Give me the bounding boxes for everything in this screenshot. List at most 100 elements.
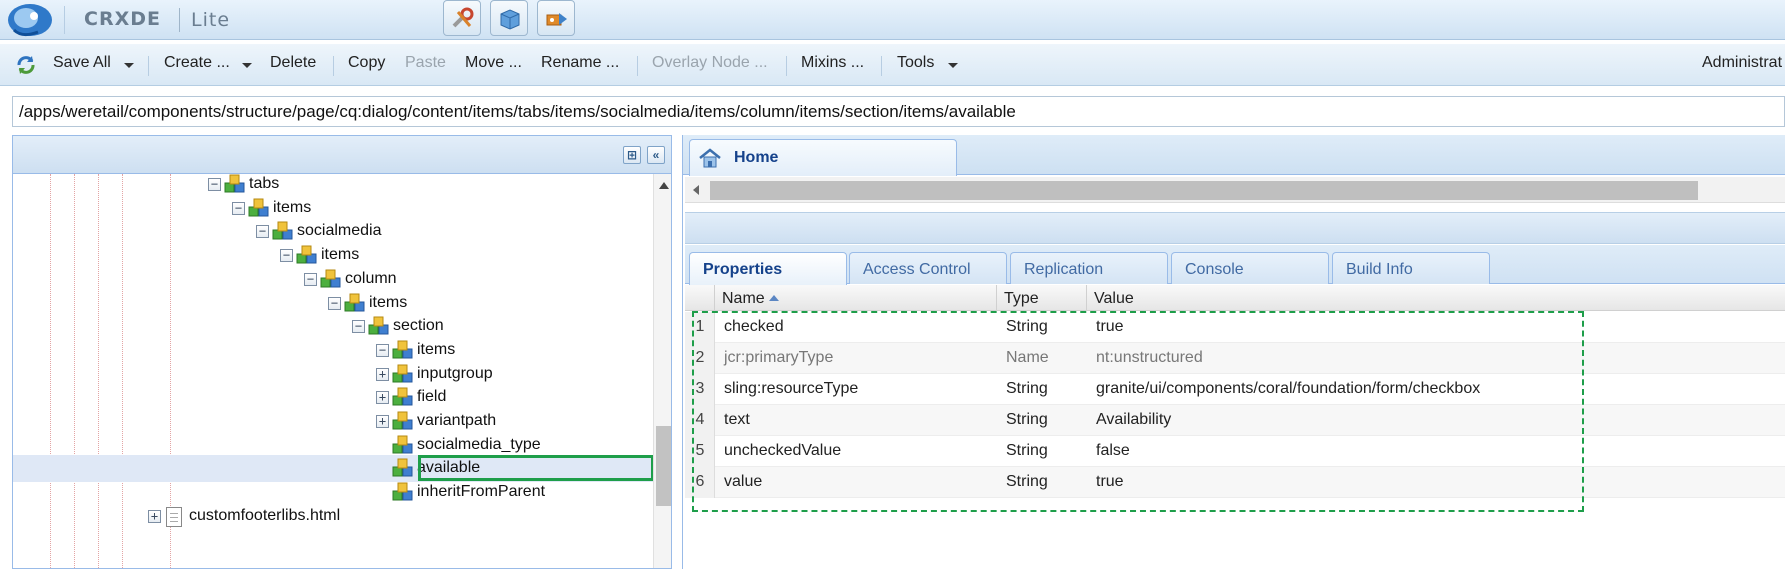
property-value-cell[interactable]: Availability (1096, 411, 1171, 429)
tab-home[interactable]: Home (689, 139, 957, 176)
property-row[interactable]: 2 jcr:primaryType Name nt:unstructured (685, 343, 1785, 374)
editor-tab-strip: Home (683, 135, 1785, 176)
node-icon (368, 316, 389, 335)
move-button[interactable]: Move ... (465, 54, 522, 72)
property-row[interactable]: 5 uncheckedValue String false (685, 436, 1785, 467)
tools-menu-button[interactable]: Tools (897, 54, 934, 72)
tree-scrollbar[interactable] (653, 174, 671, 568)
column-header-name-label: Name (722, 290, 765, 307)
tree-options-icon[interactable]: ⊞ (623, 146, 641, 164)
tree-node-label: items (273, 198, 312, 216)
tree-node-label: variantpath (417, 412, 497, 429)
tab-build-info[interactable]: Build Info (1332, 252, 1490, 284)
property-name-cell[interactable]: value (724, 473, 762, 491)
collapse-toggle-icon[interactable]: − (352, 320, 365, 334)
user-menu[interactable]: Administrat (1702, 54, 1782, 72)
expand-toggle-icon[interactable]: + (376, 415, 389, 428)
collapse-toggle-icon[interactable]: − (304, 272, 317, 286)
property-type-cell[interactable]: String (1006, 442, 1048, 460)
tree-node-label: tabs (249, 175, 280, 192)
property-name-cell[interactable]: sling:resourceType (724, 380, 858, 398)
share-button[interactable] (537, 0, 575, 36)
node-icon (224, 174, 245, 193)
tree-node-label: available (417, 459, 481, 477)
collapse-toggle-icon[interactable]: − (256, 225, 269, 239)
property-name-cell[interactable]: jcr:primaryType (724, 349, 833, 367)
toolbar-divider (881, 56, 882, 76)
tab-replication[interactable]: Replication (1010, 252, 1168, 284)
rename-button[interactable]: Rename ... (541, 54, 619, 72)
column-header-value[interactable]: Value (1087, 285, 1785, 311)
properties-tab-strip: Properties Access Control Replication Co… (685, 245, 1785, 285)
scrollbar-thumb[interactable] (710, 181, 1698, 200)
property-value-cell[interactable]: false (1096, 442, 1130, 460)
property-type-cell[interactable]: String (1006, 318, 1048, 336)
path-input[interactable] (13, 97, 1784, 126)
toolbar-divider (786, 56, 787, 76)
column-header-name[interactable]: Name (715, 285, 997, 311)
collapse-toggle-icon[interactable]: − (232, 201, 245, 215)
property-name-cell[interactable]: text (724, 411, 750, 429)
property-value-cell[interactable]: true (1096, 473, 1124, 491)
collapse-toggle-icon[interactable]: − (328, 296, 341, 310)
node-icon (320, 269, 341, 288)
collapse-toggle-icon[interactable]: − (376, 343, 389, 357)
property-type-cell[interactable]: String (1006, 473, 1048, 491)
node-icon (344, 293, 365, 311)
path-bar (12, 96, 1785, 127)
tree-node-label: field (417, 388, 447, 406)
collapse-toggle-icon[interactable]: − (280, 249, 293, 263)
row-number-cell: 3 (685, 374, 715, 405)
tab-console[interactable]: Console (1171, 252, 1329, 284)
property-row[interactable]: 6 value String true (685, 467, 1785, 498)
save-all-button[interactable]: Save All (53, 54, 111, 72)
save-all-dropdown-icon[interactable] (124, 63, 134, 68)
property-row[interactable]: 4 text String Availability (685, 405, 1785, 436)
overlay-node-button[interactable]: Overlay Node ... (652, 54, 768, 72)
create-button[interactable]: Create ... (164, 54, 230, 72)
home-tab-label: Home (734, 149, 779, 166)
package-button[interactable] (490, 0, 528, 36)
tab-access-control[interactable]: Access Control (849, 252, 1007, 284)
mixins-button[interactable]: Mixins ... (801, 54, 864, 72)
row-number-cell: 5 (685, 436, 715, 467)
row-number-cell: 2 (685, 343, 715, 374)
tree-node-customfooterlibs-html[interactable]: + customfooterlibs.html (13, 503, 653, 530)
property-type-cell[interactable]: Name (1006, 349, 1049, 367)
property-value-cell[interactable]: granite/ui/components/coral/foundation/f… (1096, 380, 1480, 398)
expand-toggle-icon[interactable]: + (376, 391, 389, 405)
node-icon (392, 482, 413, 501)
property-value-cell[interactable]: true (1096, 318, 1124, 336)
tree-node-label: socialmedia (297, 222, 382, 240)
refresh-icon[interactable] (14, 53, 38, 77)
collapse-panel-icon[interactable]: « (647, 146, 665, 164)
copy-button[interactable]: Copy (348, 54, 385, 72)
property-name-cell[interactable]: checked (724, 318, 784, 336)
property-row[interactable]: 1 checked String true (685, 312, 1785, 343)
toolbar-divider (148, 56, 149, 76)
scrollbar-thumb[interactable] (656, 426, 671, 506)
property-row[interactable]: 3 sling:resourceType String granite/ui/comp… (685, 374, 1785, 405)
expand-toggle-icon[interactable]: + (376, 367, 389, 381)
column-header-type[interactable]: Type (997, 285, 1087, 311)
node-icon (392, 458, 413, 477)
property-type-cell[interactable]: String (1006, 380, 1048, 398)
property-value-cell[interactable]: nt:unstructured (1096, 349, 1203, 367)
delete-button[interactable]: Delete (270, 54, 316, 72)
tree-node-label: socialmedia_type (417, 435, 541, 453)
tools-dropdown-icon[interactable] (948, 63, 958, 68)
scroll-left-icon[interactable] (693, 185, 699, 195)
expand-toggle-icon[interactable]: + (148, 509, 161, 523)
package-icon (500, 9, 520, 30)
toolbar-divider (333, 56, 334, 76)
tools-button[interactable] (443, 0, 481, 36)
scroll-up-icon[interactable] (659, 182, 669, 189)
tab-properties[interactable]: Properties (689, 252, 847, 285)
property-name-cell[interactable]: uncheckedValue (724, 442, 841, 460)
property-type-cell[interactable]: String (1006, 411, 1048, 429)
paste-button[interactable]: Paste (405, 54, 446, 72)
app-title: CRXDE (84, 8, 161, 30)
collapse-toggle-icon[interactable]: − (208, 178, 221, 191)
create-dropdown-icon[interactable] (242, 63, 252, 68)
editor-horizontal-scrollbar[interactable] (685, 177, 1785, 203)
